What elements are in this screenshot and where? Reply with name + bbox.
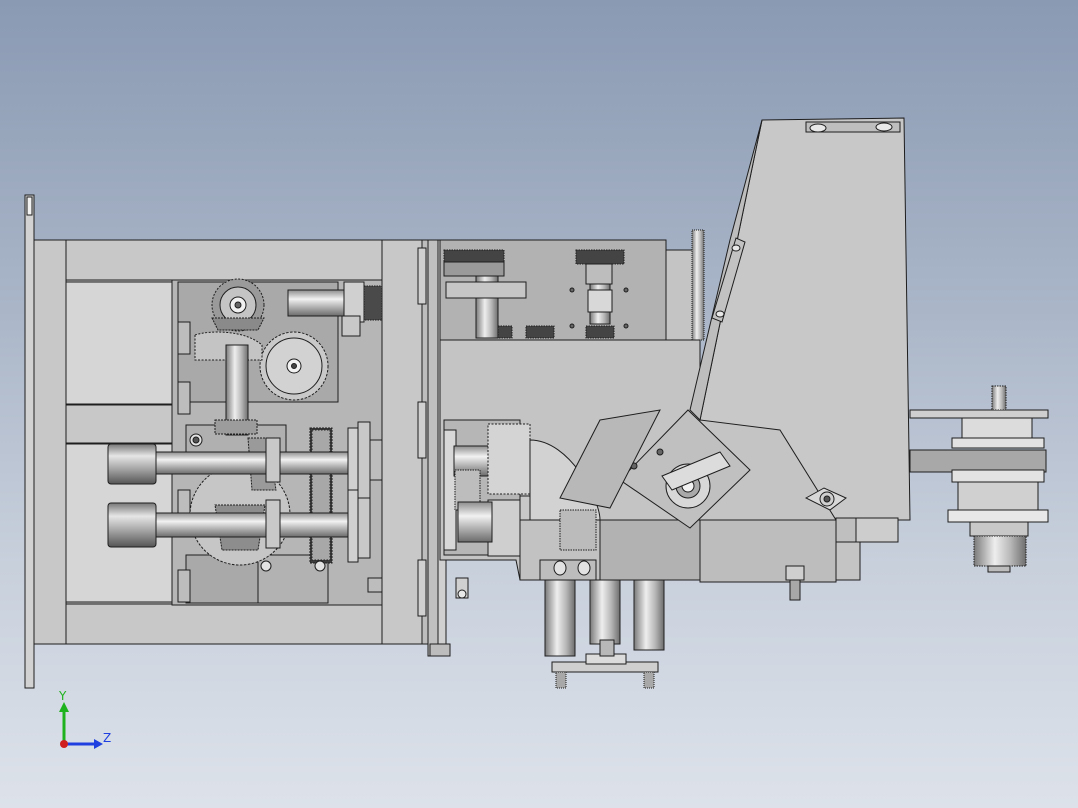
coordinate-triad: Y Z [58,689,111,749]
bevel-gear-upper [211,278,265,332]
belt-pulley [909,385,1049,573]
machine-assembly-model[interactable]: Y Z [0,0,1078,808]
bottom-cylinders [544,579,665,689]
upper-pulley-box [439,229,705,341]
spur-gear-upper [259,331,329,401]
z-axis-label: Z [103,731,111,745]
cad-viewport[interactable]: Y Z [0,0,1078,808]
small-bracket [785,565,805,581]
y-axis-label: Y [58,689,67,703]
